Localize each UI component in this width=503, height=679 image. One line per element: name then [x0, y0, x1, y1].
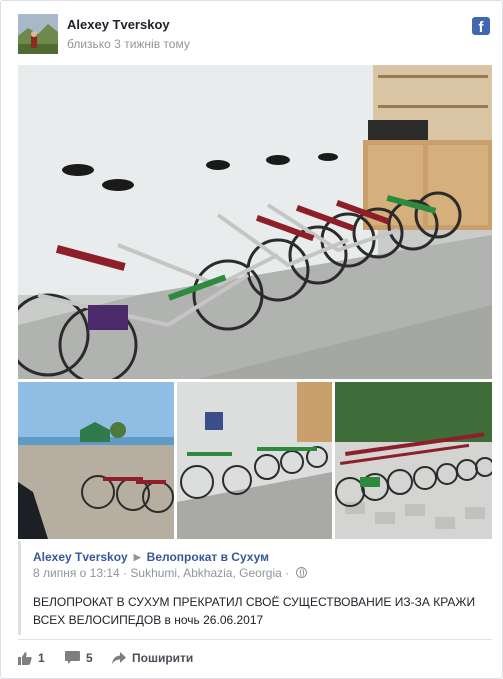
share-button[interactable]: Поширити	[112, 649, 193, 667]
photo-thumbnail-garage[interactable]	[177, 382, 332, 539]
comment-icon	[65, 651, 80, 664]
like-count: 1	[38, 651, 45, 665]
globe-icon	[295, 567, 307, 578]
caret-right-icon: ▶	[133, 552, 141, 562]
meta-separator: ·	[123, 566, 128, 580]
photo-thumbnail-rack[interactable]	[335, 382, 492, 539]
thumbs-up-icon	[18, 652, 32, 665]
shared-author[interactable]: Alexey Tverskoy	[33, 550, 128, 564]
avatar[interactable]	[18, 14, 58, 54]
shared-page-link[interactable]: Велопрокат в Сухум	[147, 550, 269, 564]
shared-post-text: ВЕЛОПРОКАТ В СУХУМ ПРЕКРАТИЛ СВОЁ СУЩЕСТ…	[33, 595, 476, 627]
divider	[18, 639, 492, 640]
post-timestamp[interactable]: близько 3 тижнів тому	[67, 37, 190, 51]
like-count-button[interactable]: 1	[18, 649, 45, 667]
share-label: Поширити	[132, 651, 194, 665]
share-icon	[112, 652, 126, 664]
facebook-icon: f	[472, 17, 490, 35]
main-photo[interactable]	[18, 65, 492, 379]
comment-count-button[interactable]: 5	[65, 649, 93, 667]
shared-post-header: Alexey Tverskoy ▶ Велопрокат в Сухум	[33, 550, 269, 564]
shared-date[interactable]: 8 липня о 13:14	[33, 566, 120, 580]
shared-post: Alexey Tverskoy ▶ Велопрокат в Сухум 8 лип…	[18, 541, 495, 635]
comment-count: 5	[86, 651, 93, 665]
post-card: Alexey Tverskoy близько 3 тижнів тому f	[0, 0, 503, 679]
photo-thumbnail-beach[interactable]	[18, 382, 174, 539]
shared-post-meta: 8 липня о 13:14 · Sukhumi, Abkhazia, Geo…	[33, 566, 307, 580]
post-author[interactable]: Alexey Tverskoy	[67, 17, 170, 32]
meta-separator: ·	[285, 566, 290, 580]
shared-location[interactable]: Sukhumi, Abkhazia, Georgia	[130, 566, 281, 580]
